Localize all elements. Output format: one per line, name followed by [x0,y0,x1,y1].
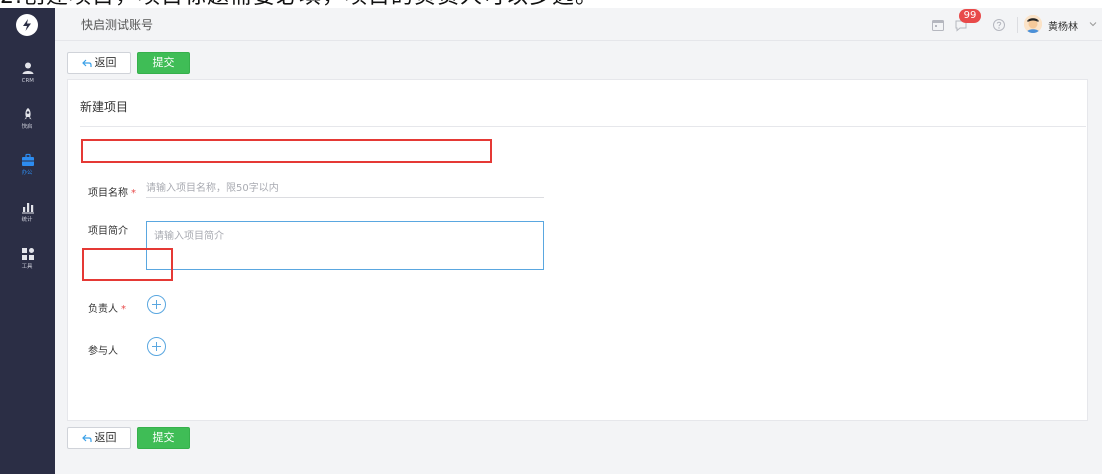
account-name: 快启测试账号 [81,18,154,32]
rocket-icon [24,107,31,119]
participant-label: 参与人 [88,346,118,357]
submit-button-top[interactable]: 提交 [137,52,190,74]
calendar-icon[interactable] [931,18,945,32]
sidebar-item-label: 统计 [22,215,33,223]
help-icon[interactable] [992,18,1006,32]
back-arrow-icon [81,59,92,67]
plus-icon [152,300,161,309]
grid-icon [21,247,34,260]
person-icon [22,62,33,74]
project-intro-textarea[interactable] [146,221,544,270]
required-mark: * [131,188,136,199]
form-title-divider [80,126,1086,127]
back-button-top[interactable]: 返回 [67,52,131,74]
bar-chart-icon [21,202,34,213]
add-owner-button[interactable] [147,295,166,314]
project-name-label: 项目名称 * [88,188,136,199]
project-name-input[interactable] [146,180,544,198]
new-project-form: 新建项目 项目名称* 项目简介 负责人* 参与人 [67,79,1088,421]
back-button-label: 返回 [94,431,117,444]
owner-label: 负责人 * [88,304,126,315]
avatar[interactable] [1024,15,1042,33]
sidebar-item-label: 快启 [22,122,33,130]
add-participant-button[interactable] [147,337,166,356]
banner-heading: 2.创建项目，项目标题需要必填，项目的负责人可以多选。 [0,0,598,8]
user-name[interactable]: 黄杨林 [1048,18,1078,33]
sidebar-item-crm[interactable]: CRM [0,52,55,92]
sidebar: CRM 快启 办公 统计 工具 [0,8,55,474]
sidebar-item-label: 工具 [22,262,33,270]
form-title: 新建项目 [80,100,129,114]
sidebar-item-label: 办公 [22,168,33,176]
plus-icon [152,342,161,351]
sidebar-item-kuaiqi[interactable]: 快启 [0,98,55,138]
sidebar-item-stats[interactable]: 统计 [0,191,55,231]
header-divider [1017,17,1018,33]
briefcase-icon [21,153,34,166]
submit-button-label: 提交 [152,56,175,69]
sidebar-item-label: CRM [21,76,34,84]
back-button-label: 返回 [94,56,117,69]
sidebar-item-office[interactable]: 办公 [0,144,55,184]
required-mark: * [121,304,126,315]
lightning-logo-icon [23,19,31,31]
chevron-down-icon[interactable] [1089,20,1097,28]
submit-button-label: 提交 [152,431,175,444]
back-arrow-icon [81,434,92,442]
back-button-bottom[interactable]: 返回 [67,427,131,449]
top-banner: 2.创建项目，项目标题需要必填，项目的负责人可以多选。 [0,0,1102,8]
message-count-badge: 99 [959,9,981,23]
top-header: 快启测试账号 99 黄杨林 [55,8,1102,41]
sidebar-item-tools[interactable]: 工具 [0,238,55,278]
main-content: 返回 提交 新建项目 项目名称* 项目简介 负责人* 参与人 [55,41,1102,474]
project-intro-label: 项目简介 [88,226,128,237]
user-avatar-icon [1024,15,1042,33]
app-logo[interactable] [16,14,38,36]
submit-button-bottom[interactable]: 提交 [137,427,190,449]
